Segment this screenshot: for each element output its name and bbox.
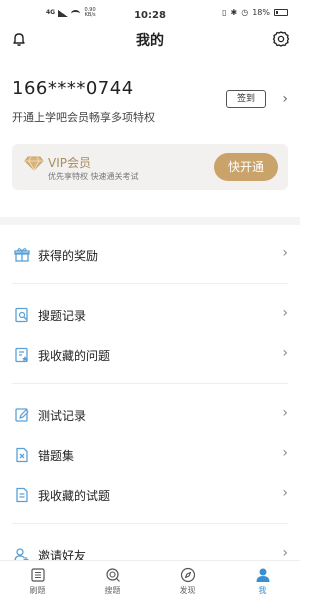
tab-label: 搜题 <box>104 586 121 595</box>
checkin-button[interactable]: 签到 <box>226 90 266 108</box>
edit-icon <box>14 407 30 423</box>
menu-item-label: 错题集 <box>38 449 75 463</box>
menu-item-label: 我收藏的问题 <box>38 349 111 363</box>
list-icon <box>30 567 46 583</box>
open-vip-button[interactable]: 快开通 <box>214 153 278 181</box>
favorite-paper-icon <box>14 487 30 503</box>
alarm-icon: ◷ <box>241 8 249 17</box>
nav-bar: 我的 <box>0 26 300 52</box>
chevron-right-icon: › <box>282 545 288 561</box>
status-bar: 4G 0.90 KB/s 10:28 ▯ ✱ ◷ 18% <box>0 0 300 24</box>
menu-item-wrong-answers[interactable]: 错题集 › <box>0 439 300 471</box>
chevron-right-icon: › <box>282 405 288 421</box>
gear-icon[interactable] <box>272 30 290 48</box>
diamond-icon <box>24 155 44 171</box>
menu-item-label: 搜题记录 <box>38 309 87 323</box>
page-title: 我的 <box>136 33 164 49</box>
bluetooth-icon: ✱ <box>230 8 238 17</box>
wrong-doc-icon <box>14 447 30 463</box>
chevron-right-icon: › <box>282 245 288 261</box>
battery-percent: 18% <box>252 8 270 17</box>
menu-item-label: 测试记录 <box>38 409 87 423</box>
chevron-right-icon[interactable]: › <box>282 91 288 107</box>
chevron-right-icon: › <box>282 345 288 361</box>
chevron-right-icon: › <box>282 485 288 501</box>
tab-practice[interactable]: 刷题 <box>0 561 75 600</box>
bottom-tab-bar: 刷题 搜题 发现 我 <box>0 560 300 600</box>
vip-title: VIP会员 <box>48 156 91 170</box>
chevron-right-icon: › <box>282 445 288 461</box>
vip-card[interactable]: VIP会员 优先享特权 快速通关考试 快开通 <box>12 144 288 190</box>
tab-me[interactable]: 我 <box>225 561 300 600</box>
status-right: ▯ ✱ ◷ 18% <box>222 8 288 17</box>
divider <box>12 283 288 284</box>
tab-label: 发现 <box>179 586 196 595</box>
menu-item-favorite-papers[interactable]: 我收藏的试题 › <box>0 479 300 511</box>
gift-icon <box>14 247 30 263</box>
search-doc-icon <box>14 307 30 323</box>
menu-item-favorite-questions[interactable]: 我收藏的问题 › <box>0 339 300 371</box>
favorite-doc-icon <box>14 347 30 363</box>
profile-subtitle: 开通上学吧会员畅享多项特权 <box>12 111 155 124</box>
vip-subtitle: 优先享特权 快速通关考试 <box>48 172 139 181</box>
profile-section[interactable]: 166****0744 开通上学吧会员畅享多项特权 签到 › <box>12 78 288 128</box>
compass-icon <box>180 567 196 583</box>
section-divider <box>0 217 300 225</box>
search-icon <box>105 567 121 583</box>
menu-item-label: 获得的奖励 <box>38 249 99 263</box>
menu-item-test-records[interactable]: 测试记录 › <box>0 399 300 431</box>
menu-item-rewards[interactable]: 获得的奖励 › <box>0 239 300 271</box>
divider <box>12 383 288 384</box>
menu-item-label: 我收藏的试题 <box>38 489 111 503</box>
tab-label: 我 <box>258 586 267 595</box>
tab-label: 刷题 <box>29 586 46 595</box>
person-icon <box>255 567 271 583</box>
tab-discover[interactable]: 发现 <box>150 561 225 600</box>
vibrate-icon: ▯ <box>222 8 227 17</box>
menu-item-search-history[interactable]: 搜题记录 › <box>0 299 300 331</box>
battery-icon <box>274 9 288 16</box>
chevron-right-icon: › <box>282 305 288 321</box>
divider <box>12 523 288 524</box>
tab-search[interactable]: 搜题 <box>75 561 150 600</box>
